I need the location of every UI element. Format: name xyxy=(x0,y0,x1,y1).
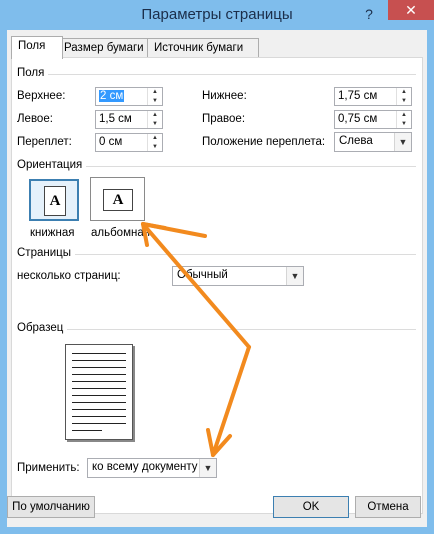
apply-to-label: Применить: xyxy=(17,462,80,474)
margins-section-header: Поля xyxy=(17,67,416,81)
portrait-page-icon: A xyxy=(44,186,66,216)
portrait-orientation-button[interactable]: A xyxy=(29,179,79,221)
spin-up-icon[interactable]: ▲ xyxy=(148,111,162,119)
page-setup-window: Параметры страницы ? ✕ Поля Размер бумаг… xyxy=(0,0,434,534)
gutter-position-value[interactable]: Слева xyxy=(339,135,373,147)
preview-line xyxy=(72,381,126,382)
right-margin-spinner[interactable]: 0,75 см ▲ ▼ xyxy=(334,110,412,129)
spinner-arrows[interactable]: ▲ ▼ xyxy=(396,88,411,105)
tab-paper-size[interactable]: Размер бумаги xyxy=(57,38,155,58)
top-margin-value[interactable]: 2 см xyxy=(99,90,125,102)
gutter-spinner[interactable]: 0 см ▲ ▼ xyxy=(95,133,163,152)
pages-section-header: Страницы xyxy=(17,247,416,261)
tab-margins[interactable]: Поля xyxy=(11,36,63,59)
bottom-margin-value[interactable]: 1,75 см xyxy=(338,90,377,102)
chevron-down-icon[interactable]: ▼ xyxy=(394,133,411,151)
preview-line xyxy=(72,416,126,417)
section-divider xyxy=(17,74,416,75)
gutter-value[interactable]: 0 см xyxy=(99,136,122,148)
spin-up-icon[interactable]: ▲ xyxy=(148,134,162,142)
section-divider xyxy=(17,329,416,330)
preview-line xyxy=(72,367,126,368)
portrait-label[interactable]: книжная xyxy=(30,227,74,239)
multiple-pages-value[interactable]: Обычный xyxy=(177,269,228,281)
preview-line xyxy=(72,374,126,375)
spinner-arrows[interactable]: ▲ ▼ xyxy=(147,134,162,151)
gutter-label: Переплет: xyxy=(17,136,72,148)
set-default-button[interactable]: По умолчанию xyxy=(7,496,95,518)
sample-section-label: Образец xyxy=(17,322,68,334)
dialog-button-bar: По умолчанию OK Отмена xyxy=(7,496,427,524)
preview-line xyxy=(72,423,126,424)
spin-down-icon[interactable]: ▼ xyxy=(397,120,411,128)
margins-tab-panel: Поля Верхнее: 2 см ▲ ▼ Нижнее: 1,75 см ▲… xyxy=(11,57,423,514)
ok-button[interactable]: OK xyxy=(273,496,349,518)
landscape-label[interactable]: альбомная xyxy=(91,227,150,239)
title-bar: Параметры страницы ? ✕ xyxy=(0,0,434,30)
chevron-down-icon[interactable]: ▼ xyxy=(199,459,216,477)
spin-up-icon[interactable]: ▲ xyxy=(148,88,162,96)
preview-line xyxy=(72,430,102,431)
top-margin-spinner[interactable]: 2 см ▲ ▼ xyxy=(95,87,163,106)
preview-line xyxy=(72,402,126,403)
orientation-section-header: Ориентация xyxy=(17,159,416,173)
landscape-orientation-button[interactable]: A xyxy=(90,177,145,221)
multiple-pages-label: несколько страниц: xyxy=(17,270,121,282)
left-margin-label: Левое: xyxy=(17,113,53,125)
apply-to-value[interactable]: ко всему документу xyxy=(92,461,198,473)
section-divider xyxy=(17,254,416,255)
bottom-margin-spinner[interactable]: 1,75 см ▲ ▼ xyxy=(334,87,412,106)
spin-down-icon[interactable]: ▼ xyxy=(148,97,162,105)
spin-down-icon[interactable]: ▼ xyxy=(148,120,162,128)
left-margin-spinner[interactable]: 1,5 см ▲ ▼ xyxy=(95,110,163,129)
close-button[interactable]: ✕ xyxy=(388,0,434,20)
preview-line xyxy=(72,360,126,361)
page-preview xyxy=(65,344,133,440)
right-margin-label: Правое: xyxy=(202,113,246,125)
right-margin-value[interactable]: 0,75 см xyxy=(338,113,377,125)
help-button[interactable]: ? xyxy=(358,4,380,24)
multiple-pages-select[interactable]: Обычный ▼ xyxy=(172,266,304,286)
preview-line xyxy=(72,395,126,396)
bottom-margin-label: Нижнее: xyxy=(202,90,247,102)
spin-down-icon[interactable]: ▼ xyxy=(148,143,162,151)
preview-line xyxy=(72,409,126,410)
spinner-arrows[interactable]: ▲ ▼ xyxy=(147,88,162,105)
tab-paper-source[interactable]: Источник бумаги xyxy=(147,38,259,58)
orientation-section-label: Ориентация xyxy=(17,159,87,171)
top-margin-label: Верхнее: xyxy=(17,90,66,102)
spinner-arrows[interactable]: ▲ ▼ xyxy=(396,111,411,128)
spin-down-icon[interactable]: ▼ xyxy=(397,97,411,105)
spin-up-icon[interactable]: ▲ xyxy=(397,111,411,119)
left-margin-value[interactable]: 1,5 см xyxy=(99,113,132,125)
landscape-page-icon: A xyxy=(103,189,133,211)
spinner-arrows[interactable]: ▲ ▼ xyxy=(147,111,162,128)
pages-section-label: Страницы xyxy=(17,247,75,259)
preview-line xyxy=(72,353,126,354)
apply-to-select[interactable]: ко всему документу ▼ xyxy=(87,458,217,478)
cancel-button[interactable]: Отмена xyxy=(355,496,421,518)
chevron-down-icon[interactable]: ▼ xyxy=(286,267,303,285)
preview-line xyxy=(72,388,126,389)
spin-up-icon[interactable]: ▲ xyxy=(397,88,411,96)
gutter-position-label: Положение переплета: xyxy=(202,136,326,148)
dialog-client: Поля Размер бумаги Источник бумаги Поля … xyxy=(7,30,427,527)
sample-section-header: Образец xyxy=(17,322,416,336)
margins-section-label: Поля xyxy=(17,67,49,79)
gutter-position-select[interactable]: Слева ▼ xyxy=(334,132,412,152)
